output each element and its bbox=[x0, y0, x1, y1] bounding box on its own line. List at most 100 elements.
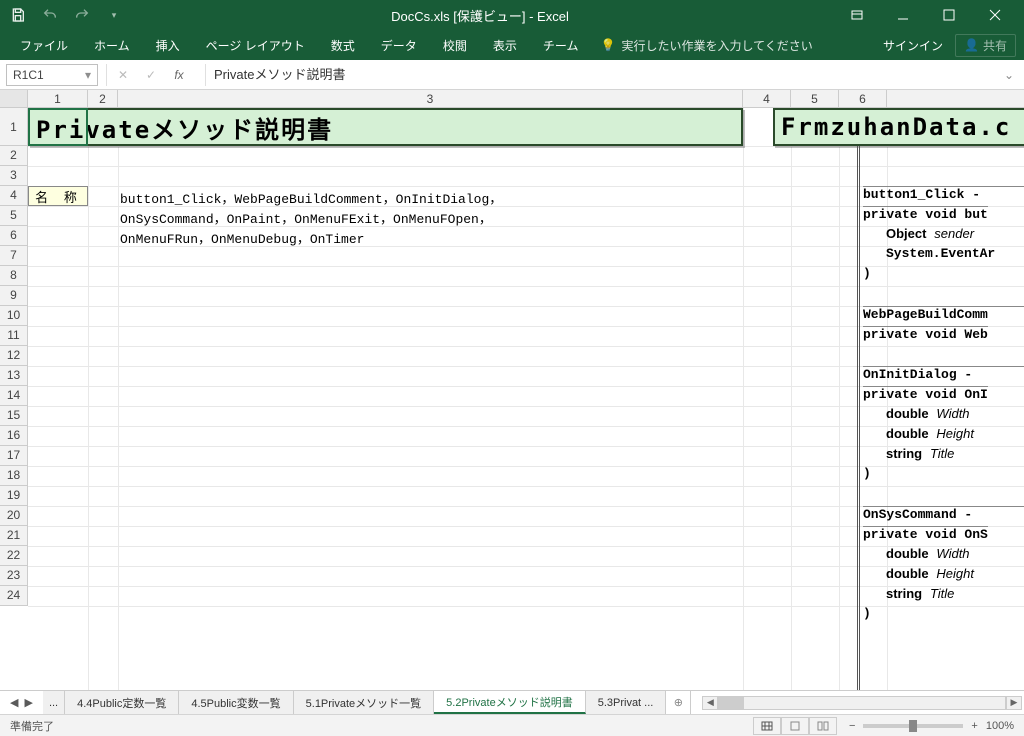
spreadsheet-grid[interactable]: 1 2 3 4 5 6 1 2 3 4 5 6 7 8 9 10 11 12 1… bbox=[0, 90, 1024, 690]
tab-review[interactable]: 校閲 bbox=[431, 31, 479, 60]
ribbon-tabs: ファイル ホーム 挿入 ページ レイアウト 数式 データ 校閲 表示 チーム 💡… bbox=[0, 30, 1024, 60]
hscroll-right-icon[interactable]: ▶ bbox=[1006, 696, 1022, 710]
view-page-break-icon[interactable] bbox=[809, 717, 837, 735]
ribbon-display-icon[interactable] bbox=[834, 0, 880, 30]
save-icon[interactable] bbox=[6, 3, 30, 27]
col-header-6[interactable]: 6 bbox=[839, 90, 887, 107]
m3-close: ) bbox=[863, 466, 871, 481]
col-header-4[interactable]: 4 bbox=[743, 90, 791, 107]
row-header-22[interactable]: 22 bbox=[0, 546, 27, 566]
row-header-1[interactable]: 1 bbox=[0, 108, 27, 146]
sheet-nav-prev-icon[interactable]: ◀ bbox=[10, 696, 18, 709]
zoom-slider-handle[interactable] bbox=[909, 720, 917, 732]
col-header-1[interactable]: 1 bbox=[28, 90, 88, 107]
row-header-8[interactable]: 8 bbox=[0, 266, 27, 286]
tab-data[interactable]: データ bbox=[369, 31, 429, 60]
m1-header: button1_Click - bbox=[863, 186, 1024, 202]
tell-me-search[interactable]: 💡 実行したい作業を入力してください bbox=[592, 37, 820, 54]
m4-close: ) bbox=[863, 606, 871, 621]
col-header-2[interactable]: 2 bbox=[88, 90, 118, 107]
zoom-in-icon[interactable]: + bbox=[971, 720, 977, 732]
tab-file[interactable]: ファイル bbox=[8, 31, 80, 60]
share-label: 共有 bbox=[983, 37, 1007, 54]
tab-insert[interactable]: 挿入 bbox=[144, 31, 192, 60]
zoom-out-icon[interactable]: − bbox=[849, 720, 855, 732]
row-header-4[interactable]: 4 bbox=[0, 186, 27, 206]
signin-link[interactable]: サインイン bbox=[883, 37, 943, 54]
maximize-icon[interactable] bbox=[926, 0, 972, 30]
tab-team[interactable]: チーム bbox=[531, 31, 591, 60]
formula-content: Privateメソッド説明書 bbox=[214, 67, 345, 82]
sheet-tab-3[interactable]: 5.1Privateメソッド一覧 bbox=[294, 691, 435, 714]
add-sheet-icon[interactable]: ⊕ bbox=[666, 691, 690, 714]
bulb-icon: 💡 bbox=[600, 38, 615, 52]
m2-signature: private void Web bbox=[863, 326, 988, 342]
row-header-7[interactable]: 7 bbox=[0, 246, 27, 266]
name-box[interactable]: R1C1 ▾ bbox=[6, 64, 98, 86]
row-header-2[interactable]: 2 bbox=[0, 146, 27, 166]
row-header-15[interactable]: 15 bbox=[0, 406, 27, 426]
view-switcher bbox=[753, 717, 837, 735]
row-header-21[interactable]: 21 bbox=[0, 526, 27, 546]
col-header-3[interactable]: 3 bbox=[118, 90, 743, 107]
formula-input[interactable]: Privateメソッド説明書 bbox=[205, 64, 1000, 86]
row-header-3[interactable]: 3 bbox=[0, 166, 27, 186]
cancel-icon[interactable]: ✕ bbox=[115, 67, 131, 83]
sheet-tab-4-active[interactable]: 5.2Privateメソッド説明書 bbox=[434, 691, 586, 714]
formula-expand-icon[interactable]: ⌄ bbox=[1000, 68, 1018, 82]
m3-param3: string Title bbox=[886, 446, 954, 462]
tab-page-layout[interactable]: ページ レイアウト bbox=[194, 31, 317, 60]
view-page-layout-icon[interactable] bbox=[781, 717, 809, 735]
share-button[interactable]: 👤 共有 bbox=[955, 34, 1016, 57]
row-header-10[interactable]: 10 bbox=[0, 306, 27, 326]
select-all-corner[interactable] bbox=[0, 90, 28, 107]
tab-home[interactable]: ホーム bbox=[82, 31, 142, 60]
tell-me-placeholder: 実行したい作業を入力してください bbox=[621, 37, 812, 54]
qat-dropdown-icon[interactable]: ▾ bbox=[102, 3, 126, 27]
formula-bar-buttons: ✕ ✓ fx bbox=[106, 64, 205, 86]
redo-icon[interactable] bbox=[70, 3, 94, 27]
hscroll-track[interactable] bbox=[718, 696, 1006, 710]
hscroll-thumb[interactable] bbox=[719, 697, 744, 709]
sheet-tab-2[interactable]: 4.5Public変数一覧 bbox=[179, 691, 293, 714]
row-header-11[interactable]: 11 bbox=[0, 326, 27, 346]
chevron-down-icon[interactable]: ▾ bbox=[85, 68, 91, 82]
fx-icon[interactable]: fx bbox=[171, 67, 187, 83]
row-header-14[interactable]: 14 bbox=[0, 386, 27, 406]
quick-access-toolbar: ▾ bbox=[6, 3, 126, 27]
row-header-19[interactable]: 19 bbox=[0, 486, 27, 506]
zoom-slider[interactable] bbox=[863, 724, 963, 728]
row-header-5[interactable]: 5 bbox=[0, 206, 27, 226]
row-header-24[interactable]: 24 bbox=[0, 586, 27, 606]
row-header-23[interactable]: 23 bbox=[0, 566, 27, 586]
enter-icon[interactable]: ✓ bbox=[143, 67, 159, 83]
row-header-16[interactable]: 16 bbox=[0, 426, 27, 446]
person-icon: 👤 bbox=[964, 38, 979, 52]
row-header-12[interactable]: 12 bbox=[0, 346, 27, 366]
minimize-icon[interactable] bbox=[880, 0, 926, 30]
col-header-5[interactable]: 5 bbox=[791, 90, 839, 107]
sheet-tab-1[interactable]: 4.4Public定数一覧 bbox=[65, 691, 179, 714]
row-header-17[interactable]: 17 bbox=[0, 446, 27, 466]
undo-icon[interactable] bbox=[38, 3, 62, 27]
tab-formulas[interactable]: 数式 bbox=[319, 31, 367, 60]
row-headers: 1 2 3 4 5 6 7 8 9 10 11 12 13 14 15 16 1… bbox=[0, 108, 28, 606]
row-header-20[interactable]: 20 bbox=[0, 506, 27, 526]
zoom-percent[interactable]: 100% bbox=[986, 720, 1014, 732]
m2-header: WebPageBuildComm bbox=[863, 306, 1024, 322]
close-icon[interactable] bbox=[972, 0, 1018, 30]
hscroll-left-icon[interactable]: ◀ bbox=[702, 696, 718, 710]
row-header-9[interactable]: 9 bbox=[0, 286, 27, 306]
row-header-18[interactable]: 18 bbox=[0, 466, 27, 486]
horizontal-scrollbar[interactable]: ◀ ▶ bbox=[700, 691, 1024, 714]
view-normal-icon[interactable] bbox=[753, 717, 781, 735]
row-header-13[interactable]: 13 bbox=[0, 366, 27, 386]
tab-view[interactable]: 表示 bbox=[481, 31, 529, 60]
m1-close: ) bbox=[863, 266, 871, 281]
name-box-value: R1C1 bbox=[13, 68, 44, 82]
sheet-nav-next-icon[interactable]: ▶ bbox=[24, 696, 32, 709]
sheet-tab-more[interactable]: ... bbox=[43, 691, 65, 714]
sheet-tab-5[interactable]: 5.3Privat ... bbox=[586, 691, 667, 714]
m4-param3: string Title bbox=[886, 586, 954, 602]
row-header-6[interactable]: 6 bbox=[0, 226, 27, 246]
